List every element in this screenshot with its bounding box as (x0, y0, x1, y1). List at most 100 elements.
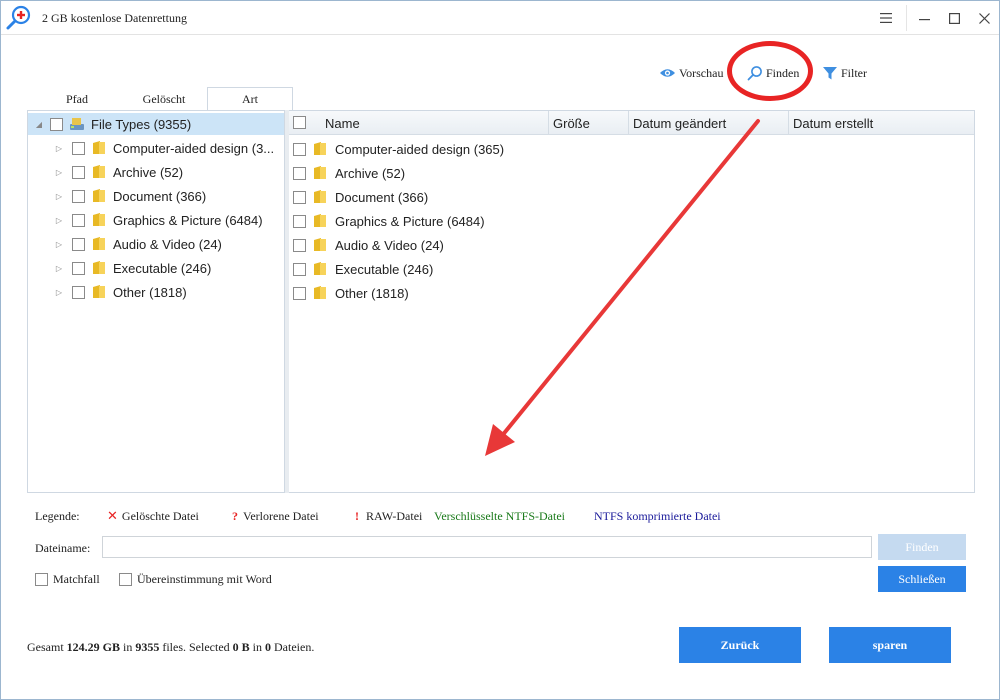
column-header-created[interactable]: Datum erstellt (789, 111, 974, 135)
find-button[interactable]: Finden (878, 534, 966, 560)
tree-item-label: Graphics & Picture (6484) (113, 212, 263, 228)
folder-icon (93, 285, 105, 298)
tab-label: Gelöscht (142, 91, 186, 106)
list-row[interactable]: Audio & Video (24) (289, 234, 444, 256)
tree-item[interactable]: ▷ Document (366) (28, 185, 206, 207)
status-in: in (252, 640, 263, 654)
list-row[interactable]: Executable (246) (289, 258, 433, 280)
titlebar-separator (906, 5, 907, 31)
folder-icon (314, 166, 326, 179)
legend-title: Legende: (35, 508, 80, 523)
window-title: 2 GB kostenlose Datenrettung (42, 11, 187, 25)
legend-raw: ! RAW-Datei (355, 508, 422, 524)
filter-button[interactable]: Filter (822, 64, 867, 82)
list-row[interactable]: Archive (52) (289, 162, 405, 184)
expand-arrow-icon[interactable]: ▷ (54, 167, 64, 177)
row-name: Computer-aided design (365) (335, 141, 505, 157)
status-file-count: 9355 (135, 640, 160, 654)
filter-icon (823, 67, 837, 80)
tree-item[interactable]: ▷ Other (1818) (28, 281, 187, 303)
row-checkbox[interactable] (293, 214, 306, 228)
legend-raw-label: RAW-Datei (366, 508, 423, 523)
column-label: Datum erstellt (793, 115, 874, 131)
row-checkbox[interactable] (293, 286, 306, 300)
minimize-icon[interactable] (909, 5, 939, 31)
tree-item-checkbox[interactable] (72, 213, 85, 227)
list-row[interactable]: Document (366) (289, 186, 428, 208)
tree-item[interactable]: ▷ Computer-aided design (3... (28, 137, 274, 159)
list-row[interactable]: Other (1818) (289, 282, 409, 304)
tab-pfad[interactable]: Pfad (47, 87, 107, 111)
tree-root-label: File Types (9355) (91, 116, 192, 132)
select-all-checkbox[interactable] (293, 116, 306, 129)
tree-item-checkbox[interactable] (72, 285, 85, 299)
wholeword-checkbox[interactable] (119, 572, 132, 586)
filename-label: Dateiname: (35, 541, 91, 555)
tree-item-checkbox[interactable] (72, 165, 85, 179)
row-checkbox[interactable] (293, 142, 306, 156)
row-checkbox[interactable] (293, 262, 306, 276)
status-files-word: files. Selected (162, 640, 230, 654)
tree-item-label: Archive (52) (113, 164, 184, 180)
preview-button[interactable]: Vorschau (659, 64, 723, 82)
folder-icon (314, 142, 326, 155)
expand-arrow-icon[interactable]: ▷ (54, 191, 64, 201)
legend-lost-label: Verlorene Datei (243, 508, 319, 523)
tab-label: Pfad (66, 91, 88, 106)
status-bar: Gesamt 124.29 GB in 9355 files. Selected… (27, 640, 314, 655)
wholeword-option[interactable]: Übereinstimmung mit Word (119, 572, 272, 586)
list-row[interactable]: Computer-aided design (365) (289, 138, 504, 160)
raw-exclamation-icon: ! (355, 508, 359, 523)
back-button[interactable]: Zurück (679, 627, 801, 663)
tree-item[interactable]: ▷ Graphics & Picture (6484) (28, 209, 263, 231)
maximize-icon[interactable] (939, 5, 969, 31)
status-prefix: Gesamt (27, 640, 64, 654)
tab-geloescht[interactable]: Gelöscht (129, 87, 199, 111)
matchcase-option[interactable]: Matchfall (35, 572, 100, 586)
expand-arrow-icon[interactable]: ▷ (54, 143, 64, 153)
collapse-arrow-icon[interactable]: ◢ (34, 119, 44, 129)
tree-item[interactable]: ▷ Archive (52) (28, 161, 183, 183)
row-checkbox[interactable] (293, 238, 306, 252)
tree-item-checkbox[interactable] (72, 189, 85, 203)
row-checkbox[interactable] (293, 166, 306, 180)
close-icon[interactable] (969, 5, 999, 31)
folder-icon (314, 238, 326, 251)
legend-deleted-label: Gelöschte Datei (121, 508, 199, 523)
row-checkbox[interactable] (293, 190, 306, 204)
title-bar: 2 GB kostenlose Datenrettung (1, 1, 999, 35)
folder-icon (93, 261, 105, 274)
tree-item[interactable]: ▷ Executable (246) (28, 257, 211, 279)
filename-input[interactable] (102, 536, 872, 558)
lost-question-icon: ? (232, 508, 238, 523)
expand-arrow-icon[interactable]: ▷ (54, 215, 64, 225)
legend-deleted: ✕ Gelöschte Datei (107, 508, 199, 524)
tree-item-checkbox[interactable] (72, 261, 85, 275)
column-header-modified[interactable]: Datum geändert (629, 111, 789, 135)
row-name: Document (366) (335, 189, 429, 205)
hamburger-icon[interactable] (871, 5, 901, 31)
save-button[interactable]: sparen (829, 627, 951, 663)
expand-arrow-icon[interactable]: ▷ (54, 239, 64, 249)
list-row[interactable]: Graphics & Picture (6484) (289, 210, 485, 232)
filter-label: Filter (841, 65, 867, 80)
tab-label: Art (242, 92, 258, 106)
status-selected-count: 0 (265, 640, 272, 654)
row-name: Other (1818) (335, 285, 409, 301)
close-search-button[interactable]: Schließen (878, 566, 966, 592)
tree-item-checkbox[interactable] (72, 237, 85, 251)
matchcase-checkbox[interactable] (35, 572, 48, 586)
row-name: Audio & Video (24) (335, 237, 444, 253)
expand-arrow-icon[interactable]: ▷ (54, 287, 64, 297)
tree-root[interactable]: ◢ File Types (9355) (28, 113, 284, 135)
tree-item[interactable]: ▷ Audio & Video (24) (28, 233, 222, 255)
tree-item-checkbox[interactable] (72, 141, 85, 155)
column-header-size[interactable]: Größe (549, 111, 629, 135)
file-type-tree: ◢ File Types (9355) ▷ Computer-aided des… (27, 110, 285, 493)
tree-root-checkbox[interactable] (50, 117, 63, 131)
tab-art[interactable]: Art (207, 87, 293, 111)
row-name: Executable (246) (335, 261, 434, 277)
eye-icon (660, 69, 675, 77)
column-header-name[interactable]: Name (321, 111, 549, 135)
expand-arrow-icon[interactable]: ▷ (54, 263, 64, 273)
